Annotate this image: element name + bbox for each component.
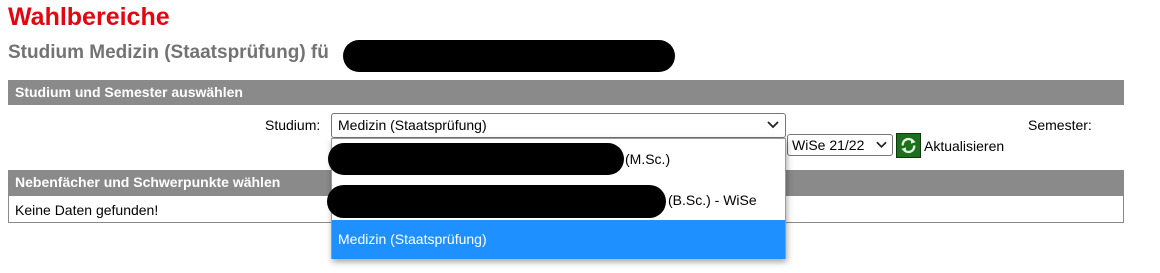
refresh-arrows-icon [897,134,920,157]
semester-label: Semester: [1028,117,1092,133]
redaction-subtitle [343,40,675,72]
page-subtitle: Studium Medizin (Staatsprüfung) fü [8,42,329,63]
redaction-option-2 [327,185,666,218]
dropdown-option-label: (B.Sc.) - WiSe [668,192,757,208]
chevron-down-icon [767,121,779,129]
studium-dropdown-list: (M.Sc.) (B.Sc.) - WiSe Medizin (Staatspr… [327,138,786,259]
redaction-option-1 [328,143,624,175]
dropdown-option-label: Medizin (Staatsprüfung) [338,231,487,247]
dropdown-option[interactable]: (M.Sc.) [328,140,785,179]
semester-select[interactable]: WiSe 21/22 [787,134,893,156]
semester-select-value: WiSe 21/22 [792,137,865,153]
studium-select-value: Medizin (Staatsprüfung) [338,117,487,133]
page-title: Wahlbereiche [8,3,170,31]
empty-message: Keine Daten gefunden! [15,202,159,218]
refresh-label[interactable]: Aktualisieren [924,138,1004,154]
dropdown-option-label: (M.Sc.) [625,151,671,167]
refresh-icon[interactable] [896,133,921,158]
section-header-select: Studium und Semester auswählen [8,80,1124,105]
chevron-down-icon [876,141,887,149]
studium-label: Studium: [265,117,321,133]
studium-select[interactable]: Medizin (Staatsprüfung) [331,113,786,138]
dropdown-option[interactable]: (B.Sc.) - WiSe [327,181,785,220]
dropdown-option-selected[interactable]: Medizin (Staatsprüfung) [332,220,785,259]
